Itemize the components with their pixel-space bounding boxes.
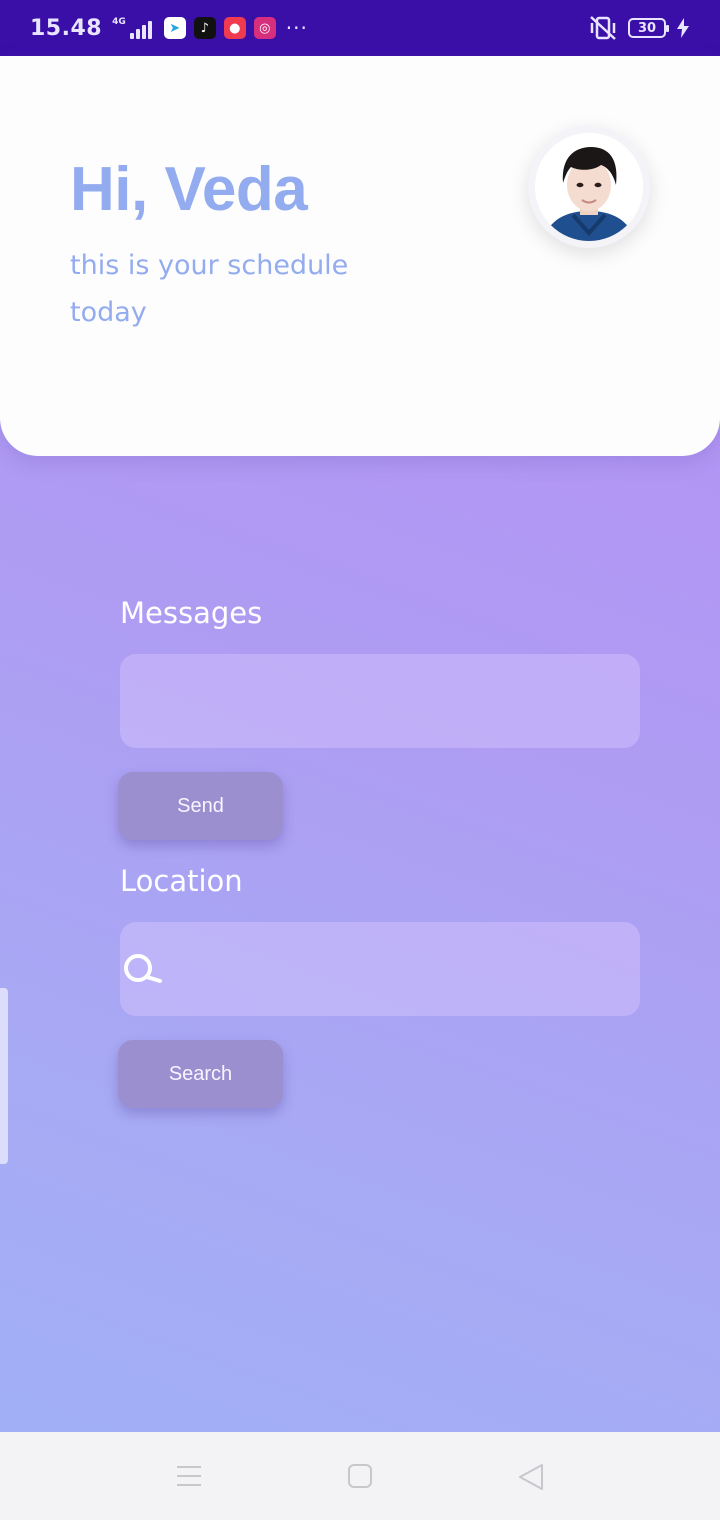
vibrate-mute-icon [590, 16, 616, 40]
battery-icon: 30 [628, 18, 669, 38]
screen-recorder-icon: ● [223, 17, 246, 39]
schedule-subtitle: this is your schedule today [70, 250, 349, 328]
instagram-icon: ◎ [253, 17, 276, 39]
messages-input[interactable] [120, 654, 640, 748]
home-icon[interactable] [348, 1464, 372, 1488]
status-right: 30 [588, 15, 690, 41]
location-input[interactable] [120, 922, 640, 1016]
search-icon[interactable] [122, 952, 164, 986]
messages-label: Messages [120, 596, 263, 630]
send-button[interactable]: Send [118, 772, 283, 840]
telegram-icon: ➤ [163, 17, 186, 39]
more-notifications-icon: ··· [285, 16, 308, 40]
menu-icon[interactable] [176, 1464, 202, 1488]
notification-app-icons: ➤ ♪ ● ◎ [163, 17, 276, 39]
system-nav-bar [0, 1432, 720, 1520]
greeting-title: Hi, Veda [70, 155, 308, 224]
network-type: 4G [112, 17, 126, 27]
avatar[interactable] [528, 126, 650, 248]
search-button[interactable]: Search [118, 1040, 283, 1108]
back-icon[interactable] [518, 1464, 544, 1490]
header-card: Hi, Veda this is your schedule today [0, 56, 720, 456]
tiktok-icon: ♪ [193, 17, 216, 39]
charging-icon [677, 18, 689, 38]
location-label: Location [120, 864, 243, 898]
profile-photo [535, 133, 643, 241]
edge-panel-handle[interactable] [0, 988, 8, 1164]
status-bar: 15.48 4G ➤ ♪ ● ◎ ··· 30 [0, 0, 720, 56]
status-time: 15.48 [30, 15, 103, 41]
signal-icon: 4G [112, 17, 152, 39]
